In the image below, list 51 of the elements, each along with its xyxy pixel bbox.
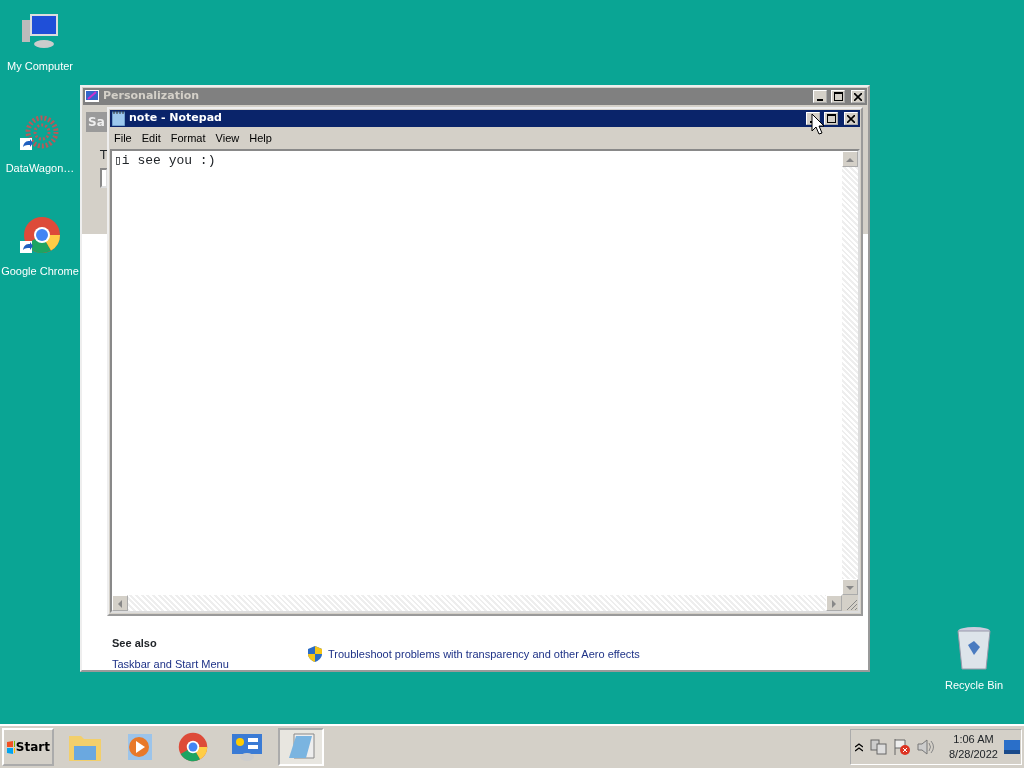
left-arrow-icon <box>117 600 123 608</box>
shield-icon <box>308 646 322 663</box>
close-icon <box>854 92 862 101</box>
menu-item[interactable]: Format <box>165 130 211 147</box>
close-button[interactable] <box>844 112 858 125</box>
control-panel-icon <box>230 732 264 762</box>
note-text: ▯i see you :) <box>113 151 217 170</box>
taskbar-button[interactable] <box>278 728 324 766</box>
menu-item[interactable]: Help <box>244 130 277 147</box>
menu-item[interactable]: Edit <box>136 130 166 147</box>
menu-item[interactable]: View <box>210 130 245 147</box>
maximize-button[interactable] <box>824 112 838 125</box>
network-icon[interactable] <box>869 739 887 755</box>
notepad-icon <box>286 732 316 762</box>
flag-error-icon[interactable] <box>893 738 911 756</box>
clock-time: 1:06 AM <box>952 732 995 747</box>
scroll-up-button[interactable] <box>842 150 858 167</box>
menu-item[interactable]: File <box>109 130 137 147</box>
heading-text: Sa <box>86 112 110 132</box>
scroll-left-button[interactable] <box>112 595 128 611</box>
window-title: Personalization <box>103 88 200 105</box>
maximize-button[interactable] <box>831 90 845 103</box>
label-text: T <box>100 147 108 164</box>
taskbar-link[interactable]: Taskbar and Start Menu <box>112 656 229 673</box>
close-icon <box>847 114 855 123</box>
up-arrow-icon <box>846 156 854 163</box>
window-title: note - Notepad <box>129 110 222 127</box>
scroll-down-button[interactable] <box>842 579 858 595</box>
scroll-right-button[interactable] <box>826 595 842 611</box>
speaker-icon[interactable] <box>917 739 935 755</box>
windows-logo-icon <box>6 739 15 755</box>
maximize-icon <box>833 92 843 101</box>
notepad-icon <box>112 111 125 126</box>
minimize-icon <box>817 98 823 101</box>
maximize-icon <box>826 114 836 123</box>
down-arrow-icon <box>846 585 854 591</box>
show-desktop-icon[interactable] <box>1003 740 1020 754</box>
text-area[interactable]: ▯i see you :) <box>110 148 860 613</box>
clock-date: 8/28/2022 <box>949 747 998 762</box>
recycle-bin-icon[interactable] <box>954 625 994 673</box>
minimize-button[interactable] <box>813 90 827 103</box>
clock[interactable]: 1:06 AM 8/28/2022 <box>949 732 998 762</box>
start-button[interactable]: Start <box>2 728 54 766</box>
resize-grip-icon[interactable] <box>842 595 858 611</box>
troubleshoot-link[interactable]: Troubleshoot problems with transparency and other Aero effects <box>328 646 640 663</box>
right-arrow-icon <box>831 600 837 608</box>
section-heading: See also <box>112 636 157 651</box>
chrome-icon <box>177 731 209 763</box>
close-button[interactable] <box>851 90 865 103</box>
monitor-icon <box>85 89 99 104</box>
show-hidden-icons-button[interactable] <box>855 742 863 752</box>
